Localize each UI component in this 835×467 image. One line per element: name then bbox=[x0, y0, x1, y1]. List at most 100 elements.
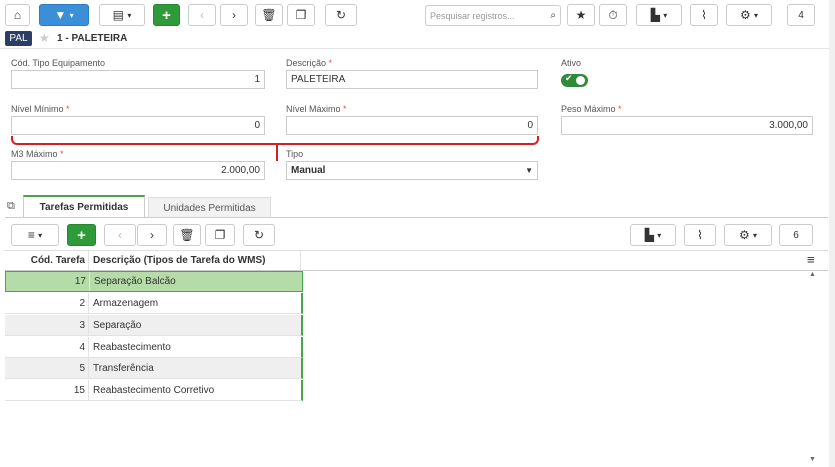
tipo-select[interactable]: Manual ▼ bbox=[286, 161, 538, 180]
column-menu-icon[interactable]: ≡ bbox=[807, 252, 815, 267]
peso-maximo-label: Peso Máximo * bbox=[561, 104, 622, 114]
m3-maximo-label: M3 Máximo * bbox=[11, 149, 64, 159]
type-badge: PAL bbox=[5, 31, 32, 46]
copy-icon[interactable]: ⧉ bbox=[7, 200, 15, 213]
delete-button[interactable]: 🗑 bbox=[255, 4, 283, 26]
filter-button[interactable]: ▼ ▾ bbox=[39, 4, 89, 26]
table-row[interactable]: 4 Reabastecimento bbox=[5, 337, 303, 358]
home-icon: ⌂ bbox=[13, 8, 22, 22]
grid-previous-button[interactable]: ‹ bbox=[104, 224, 136, 246]
plus-icon: + bbox=[77, 226, 86, 244]
toggle-knob bbox=[576, 76, 585, 85]
home-button[interactable]: ⌂ bbox=[5, 4, 30, 26]
scroll-down-icon[interactable]: ▼ bbox=[809, 456, 816, 463]
table-row[interactable]: 15 Reabastecimento Corretivo bbox=[5, 380, 303, 401]
tab-unidades-permitidas[interactable]: Unidades Permitidas bbox=[148, 197, 271, 218]
refresh-button[interactable]: ↻ bbox=[325, 4, 357, 26]
search-field[interactable]: Pesquisar registros... ⌕ bbox=[425, 5, 561, 26]
settings-button[interactable]: ⚙ ▾ bbox=[726, 4, 772, 26]
nivel-maximo-input[interactable]: 0 bbox=[286, 116, 538, 135]
table-row[interactable]: 3 Separação bbox=[5, 315, 303, 336]
grid-refresh-button[interactable]: ↻ bbox=[243, 224, 275, 246]
chevron-down-icon: ▾ bbox=[38, 230, 43, 240]
timer-button[interactable]: ⏱ bbox=[599, 4, 627, 26]
ativo-toggle[interactable]: ✔ bbox=[561, 73, 588, 87]
grid-record-count-badge: 6 bbox=[779, 224, 813, 246]
stopwatch-icon: ⏱ bbox=[608, 7, 618, 22]
grid-view-button[interactable]: ≡ ▾ bbox=[11, 224, 59, 246]
m3-maximo-input[interactable]: 2.000,00 bbox=[11, 161, 265, 180]
cell-descricao: Separação Balcão bbox=[89, 272, 176, 291]
search-icon[interactable]: ⌕ bbox=[550, 10, 556, 21]
grid-settings-button[interactable]: ⚙ ▾ bbox=[724, 224, 772, 246]
grid-delete-button[interactable]: 🗑 bbox=[173, 224, 201, 246]
table-row[interactable]: 17 Separação Balcão bbox=[5, 271, 303, 292]
cell-cod-tarefa: 4 bbox=[79, 341, 85, 353]
cell-descricao: Transferência bbox=[88, 358, 154, 378]
next-button[interactable]: › bbox=[220, 4, 248, 26]
view-list-button[interactable]: ▤ ▾ bbox=[99, 4, 145, 26]
paperclip-icon: ⌇ bbox=[697, 228, 703, 242]
nivel-minimo-label: Nível Mínimo * bbox=[11, 104, 70, 114]
column-header-descricao[interactable]: Descrição (Tipos de Tarefa do WMS) bbox=[88, 251, 301, 270]
validation-highlight-stem bbox=[276, 144, 278, 161]
paperclip-icon: ⌇ bbox=[701, 8, 707, 22]
trash-icon: 🗑 bbox=[261, 8, 277, 22]
list-icon: ▤ bbox=[112, 8, 124, 22]
chevron-right-icon: › bbox=[150, 228, 154, 242]
add-button[interactable]: + bbox=[153, 4, 180, 26]
ativo-label: Ativo bbox=[561, 58, 582, 68]
cell-descricao: Reabastecimento Corretivo bbox=[88, 380, 214, 400]
table-row[interactable]: 2 Armazenagem bbox=[5, 293, 303, 314]
tipo-label: Tipo bbox=[286, 149, 304, 159]
attach-button[interactable]: ⌇ bbox=[690, 4, 718, 26]
cod-label: Cód. Tipo Equipamento bbox=[11, 58, 106, 68]
cell-descricao: Armazenagem bbox=[88, 293, 158, 313]
search-input[interactable]: Pesquisar registros... bbox=[430, 11, 550, 21]
validation-highlight bbox=[11, 136, 539, 145]
chevron-right-icon: › bbox=[232, 8, 236, 22]
copy-button[interactable]: ❐ bbox=[287, 4, 315, 26]
grid-next-button[interactable]: › bbox=[137, 224, 167, 246]
record-count-badge: 4 bbox=[787, 4, 815, 26]
previous-button[interactable]: ‹ bbox=[188, 4, 216, 26]
tab-divider bbox=[5, 217, 828, 218]
chevron-down-icon: ▾ bbox=[754, 10, 759, 20]
tipo-value: Manual bbox=[291, 165, 326, 176]
copy-icon: ❐ bbox=[295, 8, 307, 22]
chevron-down-icon: ▾ bbox=[753, 230, 758, 240]
chevron-down-icon: ▾ bbox=[663, 10, 668, 20]
peso-maximo-input[interactable]: 3.000,00 bbox=[561, 116, 813, 135]
star-icon[interactable]: ★ bbox=[39, 31, 50, 45]
favorite-button[interactable]: ★ bbox=[567, 4, 595, 26]
filter-icon: ▼ bbox=[54, 8, 67, 22]
grid-add-button[interactable]: + bbox=[67, 224, 96, 246]
plus-icon: + bbox=[162, 6, 171, 24]
table-row[interactable]: 5 Transferência bbox=[5, 358, 303, 379]
descricao-input[interactable]: PALETEIRA bbox=[286, 70, 538, 89]
refresh-icon: ↻ bbox=[335, 8, 347, 22]
reports-button[interactable]: ▙ ▾ bbox=[636, 4, 682, 26]
chevron-down-icon: ▾ bbox=[127, 10, 132, 20]
cell-cod-tarefa: 17 bbox=[74, 276, 86, 287]
vertical-scrollbar[interactable]: ▲ ▼ bbox=[806, 271, 820, 463]
grid-attach-button[interactable]: ⌇ bbox=[684, 224, 716, 246]
gear-icon: ⚙ bbox=[738, 228, 750, 242]
cell-cod-tarefa: 15 bbox=[73, 384, 85, 396]
cell-cod-tarefa: 5 bbox=[79, 362, 85, 374]
grid-reports-button[interactable]: ▙ ▾ bbox=[630, 224, 676, 246]
scroll-up-icon[interactable]: ▲ bbox=[809, 271, 816, 278]
gear-icon: ⚙ bbox=[739, 8, 751, 22]
document-icon: ▙ bbox=[650, 8, 660, 22]
chevron-left-icon: ‹ bbox=[200, 8, 204, 22]
cell-descricao: Separação bbox=[88, 315, 141, 335]
nivel-minimo-input[interactable]: 0 bbox=[11, 116, 265, 135]
grid-copy-button[interactable]: ❐ bbox=[205, 224, 235, 246]
chevron-left-icon: ‹ bbox=[118, 228, 122, 242]
descricao-label: Descrição * bbox=[286, 58, 333, 68]
tab-tarefas-permitidas[interactable]: Tarefas Permitidas bbox=[23, 195, 145, 218]
page-scrollbar[interactable] bbox=[829, 0, 835, 467]
cod-input[interactable]: 1 bbox=[11, 70, 265, 89]
column-header-cod-tarefa[interactable]: Cód. Tarefa bbox=[5, 255, 88, 266]
grid-header-row: Cód. Tarefa Descrição (Tipos de Tarefa d… bbox=[5, 251, 828, 271]
